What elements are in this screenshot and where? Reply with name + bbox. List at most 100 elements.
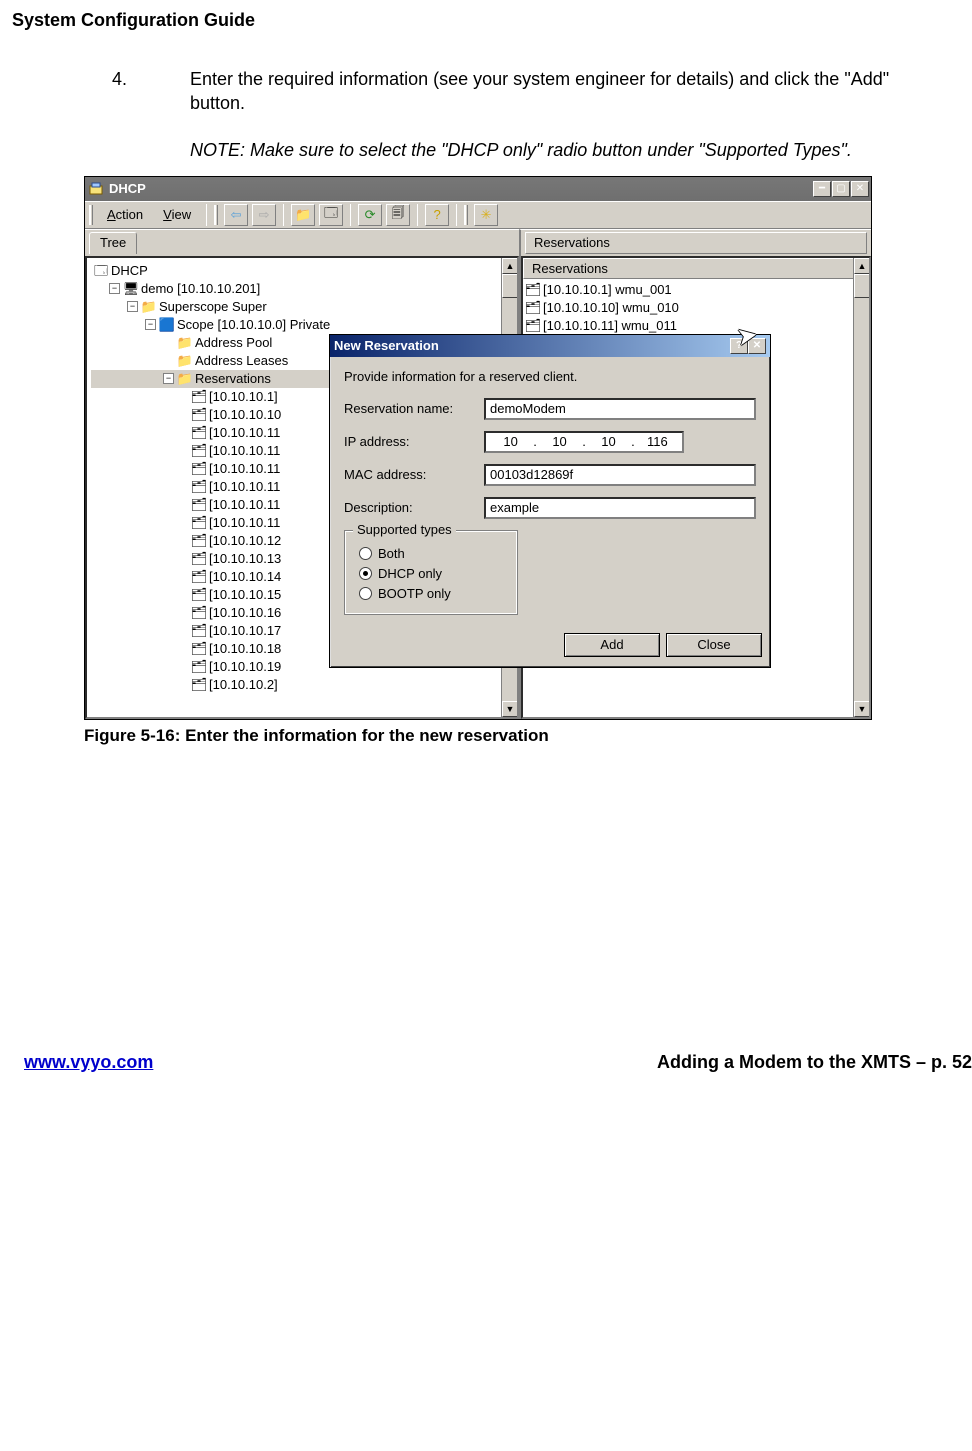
tree-item[interactable]: [10.10.10.11 xyxy=(209,442,280,460)
tree-item[interactable]: [10.10.10.15 xyxy=(209,586,281,604)
menu-view[interactable]: View xyxy=(155,205,199,224)
scroll-down-icon[interactable]: ▼ xyxy=(502,701,518,717)
minus-icon[interactable]: − xyxy=(163,373,174,384)
folder-icon: 📁 xyxy=(177,371,193,387)
step-text: Enter the required information (see your… xyxy=(190,67,900,116)
grip-icon xyxy=(214,205,218,225)
reservation-icon: 🗂 xyxy=(191,605,207,621)
list-item[interactable]: [10.10.10.1] wmu_001 xyxy=(543,282,672,297)
radio-label: Both xyxy=(378,546,405,561)
reservation-icon: 🗂 xyxy=(525,300,541,316)
reservation-icon: 🗂 xyxy=(191,641,207,657)
menu-action[interactable]: Action xyxy=(99,205,151,224)
tree-address-pool[interactable]: Address Pool xyxy=(195,334,272,352)
add-button[interactable]: Add xyxy=(564,633,660,657)
tree-superscope[interactable]: Superscope Super xyxy=(159,298,267,316)
tree-item[interactable]: [10.10.10.18 xyxy=(209,640,281,658)
export-icon: 🗐 xyxy=(392,204,405,226)
ip-address-input[interactable]: 10. 10. 10. 116 xyxy=(484,431,684,453)
tree-item[interactable]: [10.10.10.16 xyxy=(209,604,281,622)
reservation-icon: 🗂 xyxy=(191,443,207,459)
grip-icon xyxy=(464,205,468,225)
sparkle-icon: ✳ xyxy=(481,207,492,223)
window-icon: 🗔 xyxy=(324,204,338,226)
tree-item[interactable]: [10.10.10.13 xyxy=(209,550,281,568)
tree-item[interactable]: [10.10.10.2] xyxy=(209,676,278,694)
description-input[interactable] xyxy=(484,497,756,519)
radio-bootp-only[interactable]: BOOTP only xyxy=(359,586,503,601)
footer-page-label: Adding a Modem to the XMTS – p. 52 xyxy=(657,1052,972,1073)
screenshot-dhcp-window: DHCP ━ ▢ ✕ Action View ⇦ ⇨ 📁 🗔 ⟳ 🗐 ? xyxy=(84,176,872,720)
app-icon xyxy=(87,180,105,198)
mac-address-input[interactable] xyxy=(484,464,756,486)
ip-octet[interactable]: 10 xyxy=(539,434,580,449)
reservation-icon: 🗂 xyxy=(525,318,541,334)
scroll-thumb[interactable] xyxy=(854,274,870,298)
refresh-icon: ⟳ xyxy=(365,207,376,223)
refresh-button[interactable]: ⟳ xyxy=(358,204,382,226)
minus-icon[interactable]: − xyxy=(145,319,156,330)
console-button[interactable]: 🗔 xyxy=(319,204,343,226)
tree-tab[interactable]: Tree xyxy=(89,232,137,254)
group-legend: Supported types xyxy=(353,522,456,537)
scrollbar[interactable]: ▲ ▼ xyxy=(853,258,869,717)
ip-octet[interactable]: 116 xyxy=(637,434,678,449)
reservation-icon: 🗂 xyxy=(191,551,207,567)
column-header[interactable]: Reservations xyxy=(523,258,869,279)
close-dialog-button[interactable]: Close xyxy=(666,633,762,657)
reservation-icon: 🗂 xyxy=(191,461,207,477)
help-button[interactable]: ? xyxy=(730,338,748,354)
back-button[interactable]: ⇦ xyxy=(224,204,248,226)
tree-item[interactable]: [10.10.10.19 xyxy=(209,658,281,676)
tree-item[interactable]: [10.10.10.10 xyxy=(209,406,281,424)
scroll-down-icon[interactable]: ▼ xyxy=(854,701,870,717)
reservation-icon: 🗂 xyxy=(191,659,207,675)
minus-icon[interactable]: − xyxy=(109,283,120,294)
reservation-icon: 🗂 xyxy=(191,569,207,585)
folder-icon: 📁 xyxy=(177,353,193,369)
tree-item[interactable]: [10.10.10.11 xyxy=(209,496,280,514)
reservation-icon: 🗂 xyxy=(191,407,207,423)
tree-item[interactable]: [10.10.10.11 xyxy=(209,478,280,496)
radio-label: BOOTP only xyxy=(378,586,451,601)
tree-item[interactable]: [10.10.10.12 xyxy=(209,532,281,550)
tree-item[interactable]: [10.10.10.11 xyxy=(209,460,280,478)
maximize-button[interactable]: ▢ xyxy=(832,181,850,197)
scroll-up-icon[interactable]: ▲ xyxy=(502,258,518,274)
help-toolbar-button[interactable]: ? xyxy=(425,204,449,226)
footer-url[interactable]: www.vyyo.com xyxy=(24,1052,153,1073)
doc-title: System Configuration Guide xyxy=(12,10,960,31)
tree-item[interactable]: [10.10.10.11 xyxy=(209,424,280,442)
reservation-name-input[interactable] xyxy=(484,398,756,420)
tree-address-leases[interactable]: Address Leases xyxy=(195,352,288,370)
minimize-button[interactable]: ━ xyxy=(813,181,831,197)
forward-button[interactable]: ⇨ xyxy=(252,204,276,226)
tree-scope[interactable]: Scope [10.10.10.0] Private xyxy=(177,316,330,334)
new-reservation-dialog: New Reservation ➤ ? ✕ Provide informatio… xyxy=(329,334,771,668)
radio-both[interactable]: Both xyxy=(359,546,503,561)
tree-reservations[interactable]: Reservations xyxy=(195,370,271,388)
tree-item[interactable]: [10.10.10.1] xyxy=(209,388,278,406)
ip-octet[interactable]: 10 xyxy=(490,434,531,449)
dialog-close-button[interactable]: ✕ xyxy=(748,338,766,354)
tree-item[interactable]: [10.10.10.11 xyxy=(209,514,280,532)
scroll-thumb[interactable] xyxy=(502,274,518,298)
reservation-icon: 🗂 xyxy=(191,479,207,495)
list-item[interactable]: [10.10.10.10] wmu_010 xyxy=(543,300,679,315)
folder-up-icon: 📁 xyxy=(295,207,311,223)
scroll-up-icon[interactable]: ▲ xyxy=(854,258,870,274)
export-button[interactable]: 🗐 xyxy=(386,204,410,226)
radio-dhcp-only[interactable]: DHCP only xyxy=(359,566,503,581)
tree-item[interactable]: [10.10.10.14 xyxy=(209,568,281,586)
app-icon: 🗔 xyxy=(93,263,109,279)
list-item[interactable]: [10.10.10.11] wmu_011 xyxy=(543,318,677,333)
tree-item[interactable]: [10.10.10.17 xyxy=(209,622,281,640)
note-text: NOTE: Make sure to select the "DHCP only… xyxy=(190,138,900,162)
star-button[interactable]: ✳ xyxy=(474,204,498,226)
tree-server[interactable]: demo [10.10.10.201] xyxy=(141,280,260,298)
minus-icon[interactable]: − xyxy=(127,301,138,312)
ip-octet[interactable]: 10 xyxy=(588,434,629,449)
folder-icon: 📁 xyxy=(177,335,193,351)
close-button[interactable]: ✕ xyxy=(851,181,869,197)
up-button[interactable]: 📁 xyxy=(291,204,315,226)
